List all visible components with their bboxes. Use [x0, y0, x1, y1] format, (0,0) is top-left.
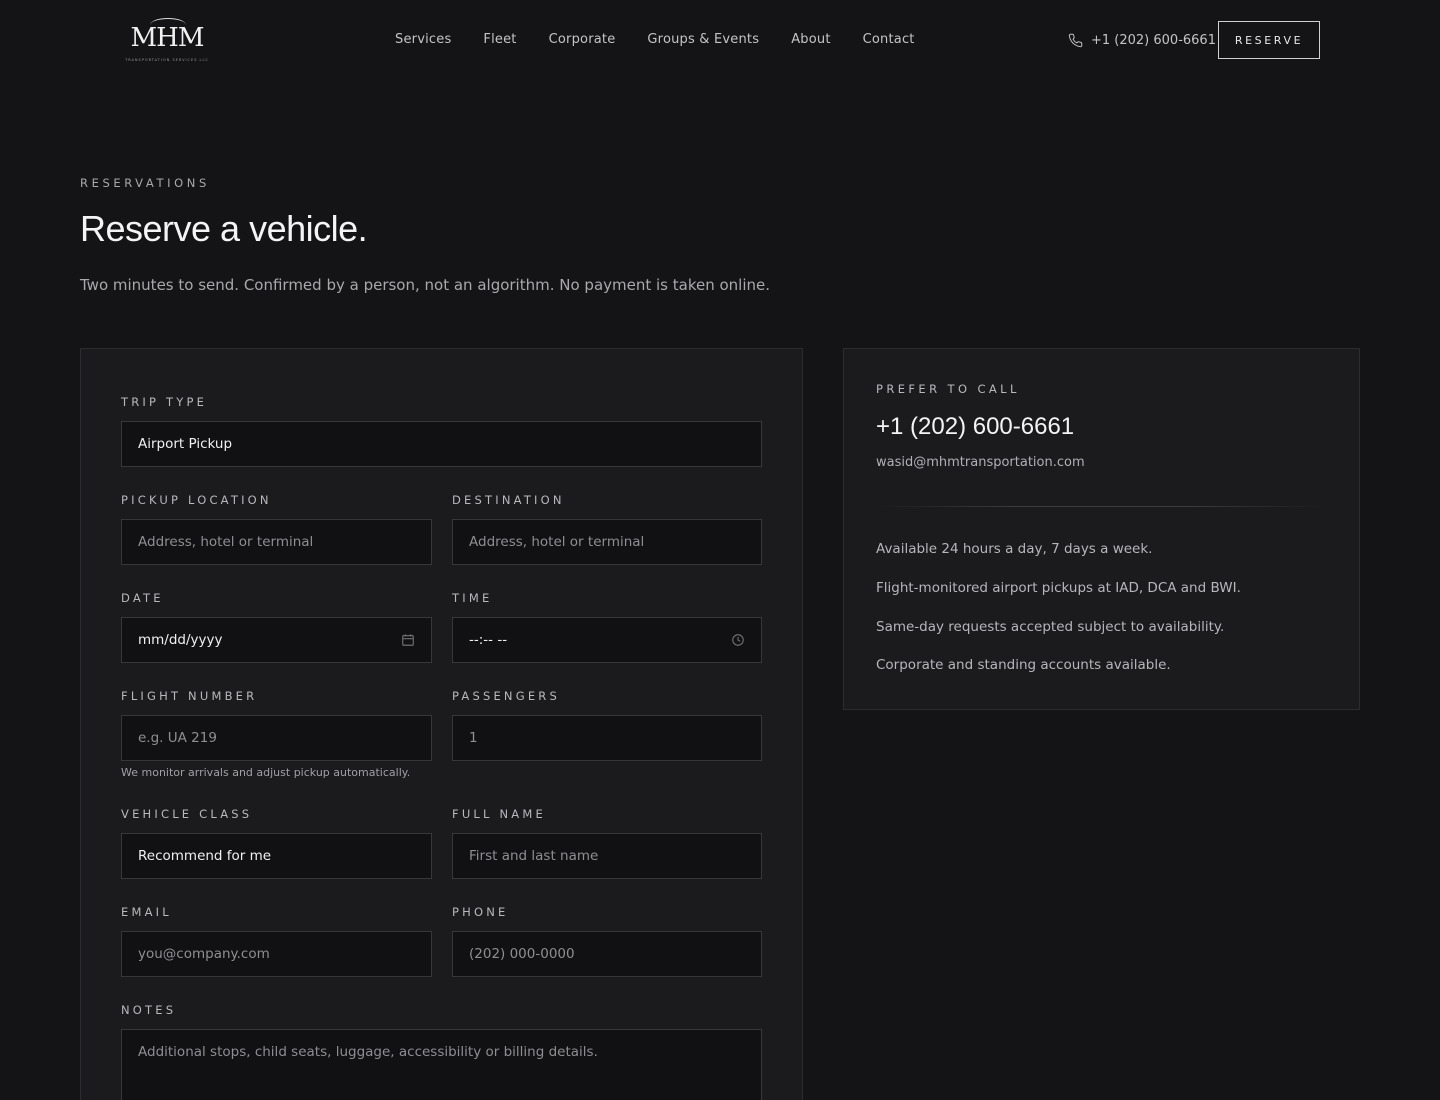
- full-name-label: FULL NAME: [452, 807, 546, 821]
- phone-wrap[interactable]: [452, 931, 762, 977]
- full-name-wrap[interactable]: [452, 833, 762, 879]
- nav-link-services[interactable]: Services: [395, 30, 451, 50]
- destination-input-wrap[interactable]: [452, 519, 762, 565]
- full-name-input[interactable]: [469, 848, 745, 864]
- date-input[interactable]: mm/dd/yyyy: [121, 617, 432, 663]
- phone-input[interactable]: [469, 946, 745, 962]
- clock-icon[interactable]: [731, 633, 745, 647]
- contact-divider: [876, 506, 1328, 507]
- notes-placeholder: Additional stops, child seats, luggage, …: [138, 1044, 598, 1060]
- header-phone-link[interactable]: +1 (202) 600-6661: [1068, 30, 1216, 50]
- date-placeholder: mm/dd/yyyy: [138, 632, 223, 648]
- flight-number-wrap[interactable]: [121, 715, 432, 761]
- trip-type-label: TRIP TYPE: [121, 395, 208, 409]
- contact-card: PREFER TO CALL +1 (202) 600-6661 wasid@m…: [843, 348, 1360, 710]
- passengers-input[interactable]: [469, 730, 745, 746]
- time-placeholder: --:-- --: [469, 632, 508, 648]
- pickup-input-wrap[interactable]: [121, 519, 432, 565]
- vehicle-class-label: VEHICLE CLASS: [121, 807, 253, 821]
- list-item: Flight-monitored airport pickups at IAD,…: [876, 579, 1241, 596]
- trip-type-value: Airport Pickup: [138, 436, 233, 452]
- passengers-wrap[interactable]: [452, 715, 762, 761]
- header-phone-number: +1 (202) 600-6661: [1091, 32, 1216, 48]
- time-input[interactable]: --:-- --: [452, 617, 762, 663]
- time-label: TIME: [452, 591, 493, 605]
- nav-link-corporate[interactable]: Corporate: [549, 30, 616, 50]
- phone-label: PHONE: [452, 905, 509, 919]
- pickup-input[interactable]: [138, 534, 415, 550]
- flight-number-input[interactable]: [138, 730, 415, 746]
- pickup-label: PICKUP LOCATION: [121, 493, 272, 507]
- main-nav: Services Fleet Corporate Groups & Events…: [395, 30, 915, 50]
- contact-eyebrow: PREFER TO CALL: [876, 382, 1020, 396]
- vehicle-class-select[interactable]: Recommend for me: [121, 833, 432, 879]
- destination-label: DESTINATION: [452, 493, 565, 507]
- logo-subtitle: TRANSPORTATION SERVICES LLC: [125, 58, 209, 62]
- email-label: EMAIL: [121, 905, 172, 919]
- trip-type-select[interactable]: Airport Pickup: [121, 421, 762, 467]
- email-input[interactable]: [138, 946, 415, 962]
- site-header: MHM TRANSPORTATION SERVICES LLC Services…: [0, 0, 1440, 80]
- calendar-icon[interactable]: [401, 633, 415, 647]
- notes-label: NOTES: [121, 1003, 177, 1017]
- reservation-form: TRIP TYPE Airport Pickup PICKUP LOCATION…: [80, 348, 803, 1100]
- nav-link-about[interactable]: About: [791, 30, 830, 50]
- section-eyebrow: RESERVATIONS: [80, 176, 210, 190]
- list-item: Available 24 hours a day, 7 days a week.: [876, 541, 1153, 557]
- destination-input[interactable]: [469, 534, 745, 550]
- logo-mark: MHM: [120, 16, 214, 53]
- contact-email-link[interactable]: wasid@mhmtransportation.com: [876, 455, 1085, 470]
- list-item: Same-day requests accepted subject to av…: [876, 618, 1225, 635]
- nav-link-contact[interactable]: Contact: [863, 30, 915, 50]
- vehicle-class-value: Recommend for me: [138, 848, 272, 864]
- nav-link-fleet[interactable]: Fleet: [483, 30, 516, 50]
- email-wrap[interactable]: [121, 931, 432, 977]
- reserve-button[interactable]: RESERVE: [1218, 21, 1320, 59]
- logo-arc-icon: [150, 18, 186, 32]
- notes-textarea[interactable]: Additional stops, child seats, luggage, …: [121, 1029, 762, 1100]
- contact-phone-link[interactable]: +1 (202) 600-6661: [876, 413, 1074, 441]
- passengers-label: PASSENGERS: [452, 689, 561, 703]
- contact-points-list: Available 24 hours a day, 7 days a week.…: [876, 541, 1241, 696]
- flight-helper-text: We monitor arrivals and adjust pickup au…: [121, 766, 411, 779]
- flight-number-label: FLIGHT NUMBER: [121, 689, 258, 703]
- phone-icon: [1068, 33, 1083, 47]
- list-item: Corporate and standing accounts availabl…: [876, 657, 1171, 674]
- nav-link-groups-events[interactable]: Groups & Events: [647, 30, 759, 50]
- page-lede: Two minutes to send. Confirmed by a pers…: [80, 276, 771, 294]
- date-label: DATE: [121, 591, 164, 605]
- brand-logo[interactable]: MHM TRANSPORTATION SERVICES LLC: [120, 16, 214, 64]
- page-title: Reserve a vehicle.: [80, 208, 368, 249]
